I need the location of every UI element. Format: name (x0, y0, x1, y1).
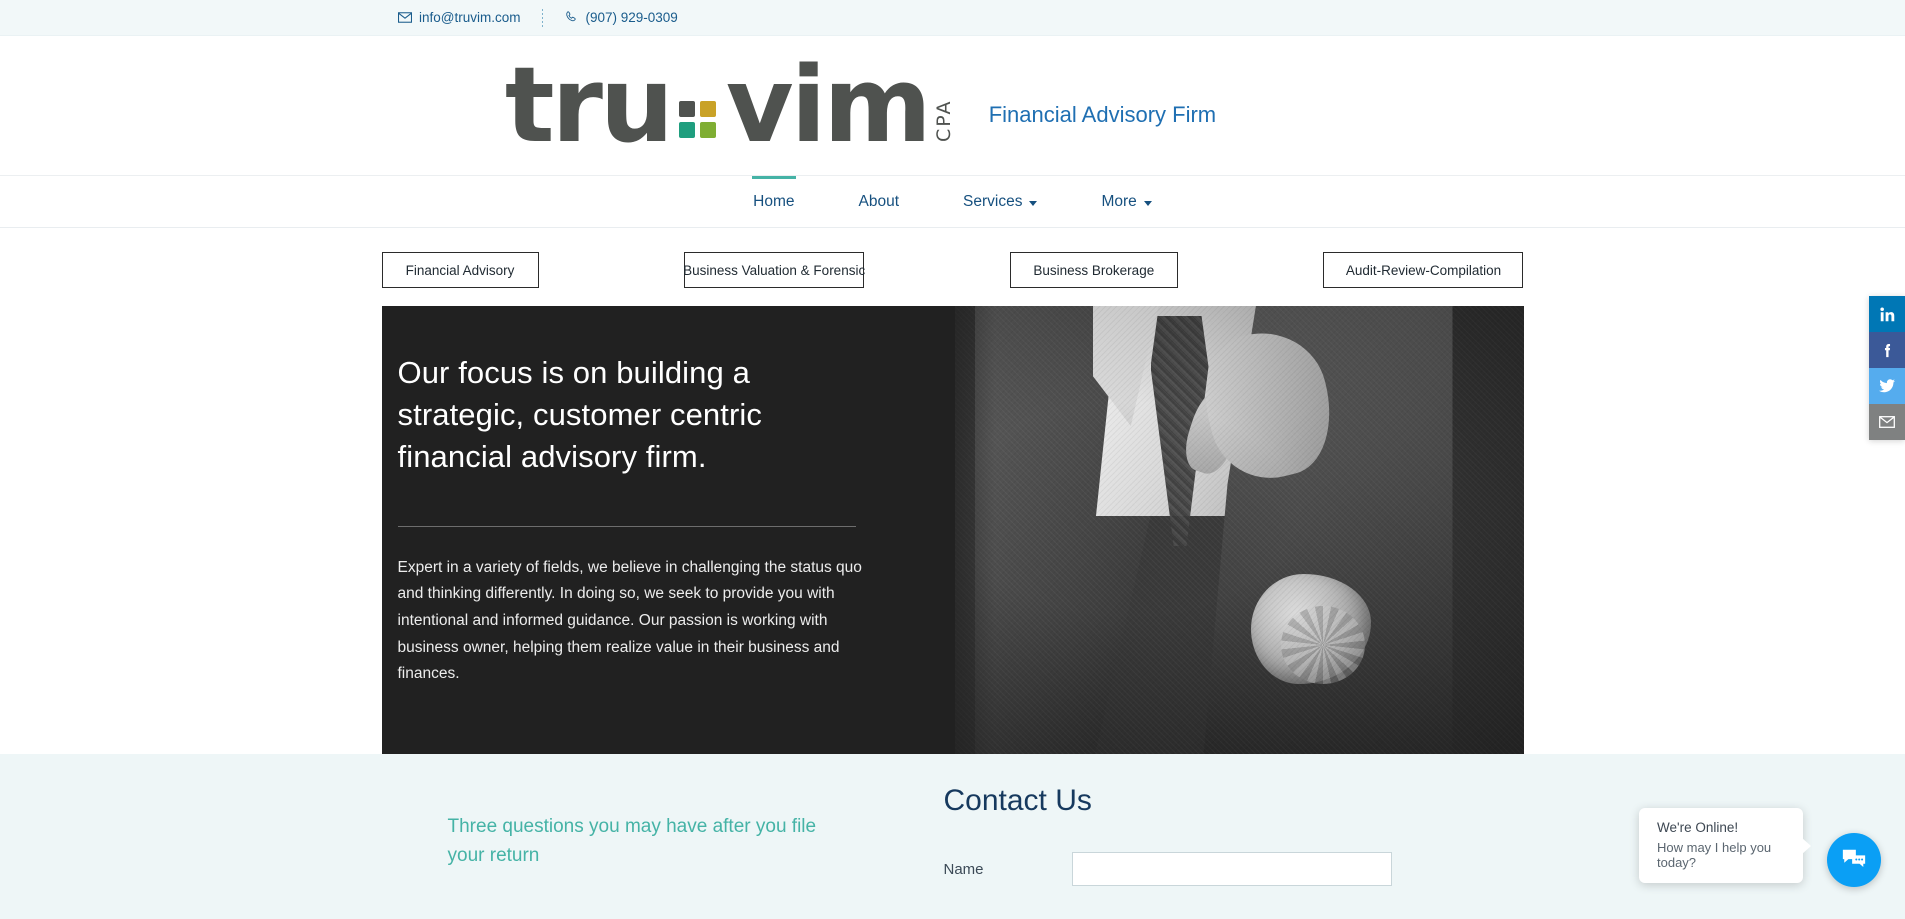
nav-item-about-label: About (858, 192, 900, 210)
hero-image (954, 306, 1524, 754)
hero-paragraph: Expert in a variety of fields, we believ… (397, 558, 862, 683)
chat-prompt-text: How may I help you today? (1657, 840, 1772, 870)
service-button-business-valuation[interactable]: Business Valuation & Forensic (683, 252, 865, 288)
logo-square-3 (678, 122, 695, 138)
social-share-rail (1869, 296, 1905, 440)
contact-us-heading: Contact Us (943, 784, 1092, 817)
nav-item-home-label: Home (753, 192, 795, 210)
nav-item-more-label: More (1101, 192, 1137, 210)
topbar-phone-link[interactable]: (907) 929-0309 (565, 10, 678, 25)
hero-heading: Our focus is on building a strategic, cu… (397, 355, 762, 474)
chat-online-status: We're Online! (1657, 820, 1739, 835)
chat-bubbles-icon (1842, 849, 1866, 868)
twitter-icon[interactable] (1869, 368, 1905, 404)
topbar-divider (542, 8, 544, 27)
topbar-email-link[interactable]: info@truvim.com (398, 10, 520, 25)
hero-image-vignette (954, 306, 1524, 754)
hero-section: Our focus is on building a strategic, cu… (0, 306, 1905, 754)
chevron-down-icon (1029, 200, 1038, 206)
logo-text-vim: vim (725, 43, 932, 166)
site-header: tru vim CPA Financial Advisory Firm (0, 36, 1905, 175)
topbar-email-text: info@truvim.com (419, 10, 521, 25)
facebook-icon[interactable] (1869, 332, 1905, 368)
service-buttons-strip: Financial Advisory Business Valuation & … (0, 228, 1905, 306)
logo-wordmark: tru vim (504, 43, 932, 166)
logo[interactable]: tru vim CPA Financial Advisory Firm (504, 43, 1217, 166)
hero-gradient-overlay (924, 306, 995, 754)
chevron-down-icon (1143, 200, 1152, 206)
bottom-section: Three questions you may have after you f… (0, 754, 1905, 919)
contact-name-label: Name (943, 860, 984, 878)
chat-launcher-button[interactable] (1827, 833, 1881, 887)
site-tagline: Financial Advisory Firm (988, 102, 1217, 128)
blog-teaser: Three questions you may have after you f… (382, 784, 902, 919)
contact-form: Contact Us Name (902, 784, 1524, 919)
service-button-financial-advisory[interactable]: Financial Advisory (381, 252, 539, 288)
logo-cpa-suffix: CPA (932, 99, 955, 143)
logo-square-1 (678, 101, 695, 117)
chat-status-bubble: We're Online! How may I help you today? (1639, 808, 1811, 883)
logo-square-2 (699, 101, 716, 117)
blog-post-link[interactable]: Three questions you may have after you f… (448, 812, 828, 871)
nav-item-about[interactable]: About (827, 177, 932, 227)
linkedin-icon[interactable] (1869, 296, 1905, 332)
email-share-icon[interactable] (1869, 404, 1905, 440)
contact-name-input[interactable] (1071, 852, 1392, 886)
topbar-phone-text: (907) 929-0309 (585, 10, 678, 25)
service-button-business-brokerage[interactable]: Business Brokerage (1009, 252, 1178, 288)
hero-text-panel: Our focus is on building a strategic, cu… (381, 306, 955, 754)
contact-name-row: Name (944, 852, 1524, 886)
nav-item-home[interactable]: Home (721, 177, 826, 227)
top-contact-bar: info@truvim.com (907) 929-0309 (0, 0, 1905, 36)
hero-divider (397, 525, 856, 527)
service-button-audit-review-compilation[interactable]: Audit-Review-Compilation (1323, 252, 1524, 288)
phone-icon (565, 11, 578, 24)
nav-item-services[interactable]: Services (931, 177, 1069, 227)
nav-item-services-label: Services (963, 192, 1023, 210)
nav-item-more[interactable]: More (1069, 177, 1183, 227)
logo-squares-icon (678, 101, 716, 138)
envelope-icon (398, 12, 412, 23)
logo-square-4 (699, 122, 716, 138)
logo-text-tru: tru (504, 43, 674, 166)
main-navigation: Home About Services More (0, 175, 1905, 228)
